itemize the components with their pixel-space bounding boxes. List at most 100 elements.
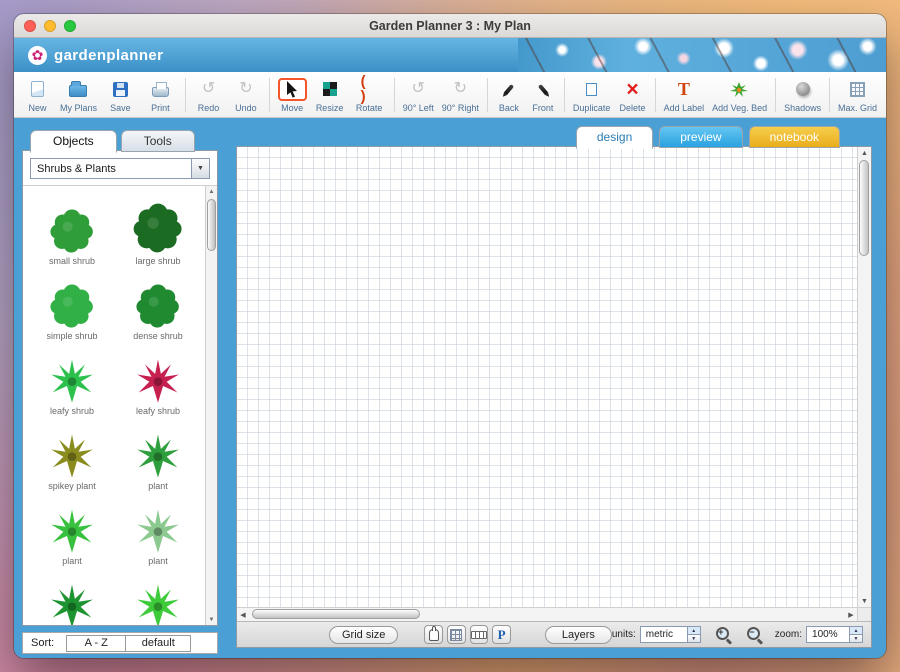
minimize-button[interactable] — [44, 20, 56, 32]
tab-tools[interactable]: Tools — [120, 130, 195, 152]
plant-item-large-shrub[interactable]: large shrub — [115, 192, 201, 267]
scroll-down-icon[interactable] — [858, 595, 871, 607]
toolbar-separator — [268, 77, 270, 112]
plant-item-plant-2[interactable]: plant — [29, 492, 115, 567]
resize-squares-icon — [322, 82, 337, 96]
plant-icon — [135, 508, 181, 554]
plant-item-simple-shrub[interactable]: simple shrub — [29, 267, 115, 342]
ruler-button[interactable] — [469, 625, 489, 644]
toolbar-button-redo[interactable]: Redo — [190, 74, 227, 116]
toolbar-button-max-grid[interactable]: Max. Grid — [834, 74, 881, 116]
scrollbar-thumb[interactable] — [207, 199, 216, 251]
logo-text: gardenplanner — [54, 46, 164, 64]
floppy-disk-icon — [112, 81, 128, 97]
shrub-icon — [49, 208, 95, 254]
content-area: Objects Tools Shrubs & Plants small shru… — [14, 118, 886, 658]
zoom-out-button[interactable] — [746, 626, 763, 643]
tab-objects[interactable]: Objects — [30, 130, 117, 153]
toolbar-button-resize[interactable]: Resize — [311, 74, 349, 116]
plant-icon — [135, 433, 181, 479]
toolbar-button-front[interactable]: Front — [526, 74, 560, 116]
toolbar-label: Add Veg. Bed — [712, 102, 768, 113]
toolbar-separator — [486, 77, 488, 112]
category-dropdown[interactable]: Shrubs & Plants — [30, 158, 210, 179]
dropdown-arrow-icon[interactable] — [191, 159, 209, 178]
printer-icon — [151, 82, 169, 97]
app-header: gardenplanner — [14, 38, 886, 72]
plant-label-toggle-button[interactable]: P — [492, 625, 511, 644]
zoom-button[interactable] — [64, 20, 76, 32]
toolbar-button-save[interactable]: Save — [101, 74, 140, 116]
stepper-up-icon[interactable] — [687, 627, 700, 635]
vertical-scrollbar[interactable] — [857, 147, 871, 607]
horizontal-scrollbar[interactable] — [237, 607, 857, 621]
plant-item-spikey-plant[interactable]: spikey plant — [29, 417, 115, 492]
p-letter: P — [497, 626, 506, 642]
toolbar-label: My Plans — [59, 102, 97, 113]
tab-notebook[interactable]: notebook — [748, 126, 840, 148]
toolbar-button-back[interactable]: Back — [492, 74, 526, 116]
toolbar-label: Front — [532, 102, 554, 113]
toolbar: New My Plans Save Print Redo Undo — [14, 72, 886, 118]
toolbar-button-move[interactable]: Move — [274, 74, 311, 116]
tab-preview[interactable]: preview — [659, 126, 743, 148]
plant-item-plant-5[interactable] — [115, 567, 201, 625]
toggle-grid-button[interactable] — [447, 625, 466, 644]
stepper-down-icon[interactable] — [687, 635, 700, 642]
plant-item-plant-3[interactable]: plant — [115, 492, 201, 567]
toolbar-button-90-right[interactable]: 90° Right — [438, 74, 483, 116]
stepper-down-icon[interactable] — [850, 635, 863, 642]
units-stepper[interactable] — [687, 626, 701, 643]
new-document-icon — [30, 81, 44, 97]
plant-item-leafy-shrub-green[interactable]: leafy shrub — [29, 342, 115, 417]
scroll-down-icon[interactable] — [206, 614, 217, 625]
design-grid-canvas[interactable] — [237, 147, 857, 607]
grid-size-button[interactable]: Grid size — [329, 625, 399, 644]
tab-design[interactable]: design — [575, 126, 654, 149]
plant-icon — [49, 583, 95, 625]
layers-button[interactable]: Layers — [544, 625, 612, 644]
category-dropdown-value: Shrubs & Plants — [37, 162, 116, 175]
scroll-right-icon[interactable] — [845, 608, 857, 621]
toolbar-label: 90° Left — [402, 102, 434, 113]
toolbar-button-new[interactable]: New — [19, 74, 56, 116]
sort-az-button[interactable]: A - Z — [66, 634, 127, 652]
toolbar-label: Back — [498, 102, 519, 113]
scroll-left-icon[interactable] — [237, 608, 249, 621]
close-button[interactable] — [24, 20, 36, 32]
sort-label: Sort: — [31, 637, 55, 649]
toolbar-button-90-left[interactable]: 90° Left — [399, 74, 438, 116]
toolbar-button-shadows[interactable]: Shadows — [780, 74, 825, 116]
toolbar-button-undo[interactable]: Undo — [227, 74, 264, 116]
toolbar-button-my-plans[interactable]: My Plans — [56, 74, 101, 116]
plant-item-plant-1[interactable]: plant — [115, 417, 201, 492]
zoom-stepper[interactable] — [850, 626, 864, 643]
pan-hand-button[interactable] — [424, 625, 444, 644]
toolbar-button-print[interactable]: Print — [140, 74, 181, 116]
ruler-icon — [470, 630, 487, 639]
scrollbar-thumb[interactable] — [859, 160, 869, 256]
design-canvas-panel: Grid size P Layers units: metric — [236, 146, 872, 648]
toolbar-button-delete[interactable]: Delete — [614, 74, 650, 116]
text-t-icon — [678, 80, 690, 98]
plant-item-dense-shrub[interactable]: dense shrub — [115, 267, 201, 342]
stepper-up-icon[interactable] — [850, 627, 863, 635]
scroll-up-icon[interactable] — [206, 186, 217, 197]
scrollbar-thumb[interactable] — [252, 609, 420, 619]
sort-default-button[interactable]: default — [125, 634, 192, 652]
toolbar-separator — [563, 77, 565, 112]
scroll-up-icon[interactable] — [858, 147, 871, 159]
toolbar-button-duplicate[interactable]: Duplicate — [569, 74, 614, 116]
cursor-arrow-icon — [286, 80, 297, 98]
zoom-select[interactable]: 100% — [806, 626, 851, 643]
units-label: units: — [611, 629, 636, 640]
toolbar-button-add-label[interactable]: Add Label — [660, 74, 709, 116]
toolbar-button-add-veg-bed[interactable]: Add Veg. Bed — [708, 74, 771, 116]
toolbar-button-rotate[interactable]: Rotate — [349, 74, 390, 116]
units-select[interactable]: metric — [639, 626, 688, 643]
plant-item-small-shrub[interactable]: small shrub — [29, 192, 115, 267]
plant-item-leafy-shrub-red[interactable]: leafy shrub — [115, 342, 201, 417]
sidebar-scrollbar[interactable] — [205, 186, 217, 625]
plant-item-plant-4[interactable] — [29, 567, 115, 625]
zoom-in-button[interactable] — [715, 626, 732, 643]
